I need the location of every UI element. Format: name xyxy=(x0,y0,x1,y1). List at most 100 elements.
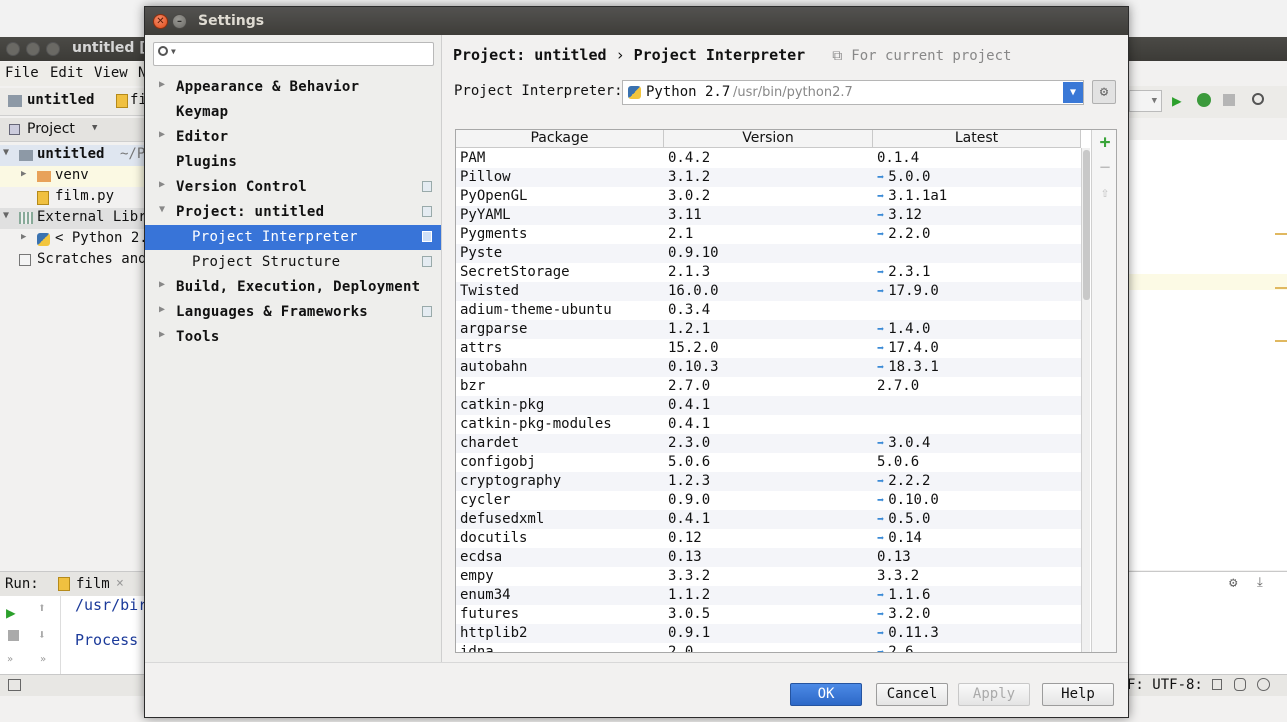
chevron-right-icon[interactable]: ▶ xyxy=(159,279,165,290)
apply-button[interactable]: Apply xyxy=(958,683,1030,706)
dialog-minimize-icon[interactable]: – xyxy=(172,14,187,29)
tree-item-untitled[interactable]: ▼ untitled ~/P xyxy=(0,145,145,166)
table-row[interactable]: attrs 15.2.0 ➡ 17.4.0 xyxy=(456,339,1081,358)
menu-edit[interactable]: Edit xyxy=(50,65,84,81)
table-row[interactable]: PyOpenGL 3.0.2 ➡ 3.1.1a1 xyxy=(456,187,1081,206)
nav-item-tools[interactable]: ▶ Tools xyxy=(145,325,441,350)
nav-item-project-untitled[interactable]: ▼ Project: untitled xyxy=(145,200,441,225)
cancel-button[interactable]: Cancel xyxy=(876,683,948,706)
layout-icon[interactable] xyxy=(8,679,21,691)
table-row[interactable]: Pillow 3.1.2 ➡ 5.0.0 xyxy=(456,168,1081,187)
chevron-down-icon[interactable]: ▼ xyxy=(159,204,165,215)
expand-icon[interactable]: ▶ xyxy=(21,232,26,242)
expand-icon[interactable]: ▼ xyxy=(3,210,9,221)
table-row[interactable]: catkin-pkg 0.4.1 xyxy=(456,396,1081,415)
help-button[interactable]: Help xyxy=(1042,683,1114,706)
nav-project[interactable]: untitled xyxy=(27,92,94,108)
remove-package-icon[interactable]: − xyxy=(1094,158,1116,180)
error-stripe-marker[interactable] xyxy=(1275,287,1287,289)
run-icon[interactable]: ▶ xyxy=(1172,91,1182,110)
error-stripe-marker[interactable] xyxy=(1275,233,1287,235)
gear-icon[interactable]: ⚙ xyxy=(1229,575,1237,591)
nav-item-appearance-behavior[interactable]: ▶ Appearance & Behavior xyxy=(145,75,441,100)
column-header-package[interactable]: Package xyxy=(456,130,664,148)
table-row[interactable]: idna 2.0 ➡ 2.6 xyxy=(456,643,1081,652)
table-scrollbar[interactable] xyxy=(1081,148,1090,652)
close-icon[interactable]: × xyxy=(116,576,124,591)
table-row[interactable]: PyYAML 3.11 ➡ 3.12 xyxy=(456,206,1081,225)
table-row[interactable]: bzr 2.7.0 2.7.0 xyxy=(456,377,1081,396)
chevron-right-icon[interactable]: ▶ xyxy=(159,304,165,315)
run-tab[interactable]: film xyxy=(76,576,110,592)
interpreter-settings-button[interactable]: ⚙ xyxy=(1092,80,1116,104)
inspector-icon[interactable] xyxy=(1234,678,1246,691)
error-stripe-marker[interactable] xyxy=(1275,340,1287,342)
more-icon[interactable]: » xyxy=(7,654,13,665)
table-row[interactable]: chardet 2.3.0 ➡ 3.0.4 xyxy=(456,434,1081,453)
stop-icon[interactable] xyxy=(8,630,19,641)
chevron-right-icon[interactable]: ▶ xyxy=(159,79,165,90)
column-header-latest[interactable]: Latest xyxy=(873,130,1081,148)
search-icon[interactable] xyxy=(1252,93,1264,105)
upgrade-package-icon[interactable]: ⇧ xyxy=(1094,183,1116,205)
arrow-down-icon[interactable]: ⬇ xyxy=(38,628,46,643)
rerun-icon[interactable]: ▶ xyxy=(6,603,16,622)
dialog-close-icon[interactable]: ✕ xyxy=(153,14,168,29)
table-row[interactable]: configobj 5.0.6 5.0.6 xyxy=(456,453,1081,472)
table-row[interactable]: empy 3.3.2 3.3.2 xyxy=(456,567,1081,586)
add-package-icon[interactable]: + xyxy=(1094,133,1116,155)
scrollbar-thumb[interactable] xyxy=(1083,150,1090,300)
chevron-down-icon[interactable]: ▼ xyxy=(1063,82,1083,103)
ide-maximize-icon[interactable] xyxy=(46,42,60,56)
table-row[interactable]: Twisted 16.0.0 ➡ 17.9.0 xyxy=(456,282,1081,301)
lock-icon[interactable] xyxy=(1212,679,1222,690)
chevron-right-icon[interactable]: ▶ xyxy=(159,329,165,340)
stop-icon[interactable] xyxy=(1223,94,1235,106)
table-row[interactable]: cycler 0.9.0 ➡ 0.10.0 xyxy=(456,491,1081,510)
interpreter-select[interactable]: Python 2.7 /usr/bin/python2.7 ▼ xyxy=(622,80,1084,105)
expand-icon[interactable]: ▶ xyxy=(21,169,26,179)
nav-item-keymap[interactable]: Keymap xyxy=(145,100,441,125)
table-row[interactable]: autobahn 0.10.3 ➡ 18.3.1 xyxy=(456,358,1081,377)
nav-item-build-execution-deployment[interactable]: ▶ Build, Execution, Deployment xyxy=(145,275,441,300)
table-row[interactable]: docutils 0.12 ➡ 0.14 xyxy=(456,529,1081,548)
project-header-label[interactable]: Project xyxy=(27,121,75,137)
ok-button[interactable]: OK xyxy=(790,683,862,706)
download-icon[interactable]: ⤓ xyxy=(1257,575,1263,590)
arrow-up-icon[interactable]: ⬆ xyxy=(38,601,46,616)
notifications-icon[interactable] xyxy=(1257,678,1270,691)
search-input[interactable] xyxy=(182,45,430,63)
nav-item-editor[interactable]: ▶ Editor xyxy=(145,125,441,150)
ide-close-icon[interactable] xyxy=(6,42,20,56)
nav-item-languages-frameworks[interactable]: ▶ Languages & Frameworks xyxy=(145,300,441,325)
menu-view[interactable]: View xyxy=(94,65,128,81)
tree-item-python[interactable]: ▶ < Python 2. xyxy=(0,229,145,250)
encoding-label[interactable]: F: UTF-8: xyxy=(1127,677,1203,693)
table-row[interactable]: catkin-pkg-modules 0.4.1 xyxy=(456,415,1081,434)
table-row[interactable]: httplib2 0.9.1 ➡ 0.11.3 xyxy=(456,624,1081,643)
table-row[interactable]: enum34 1.1.2 ➡ 1.1.6 xyxy=(456,586,1081,605)
table-row[interactable]: defusedxml 0.4.1 ➡ 0.5.0 xyxy=(456,510,1081,529)
run-config-dropdown[interactable]: ▼ xyxy=(1129,90,1162,112)
chevron-down-icon[interactable]: ▼ xyxy=(92,123,97,133)
column-header-version[interactable]: Version xyxy=(664,130,873,148)
table-row[interactable]: futures 3.0.5 ➡ 3.2.0 xyxy=(456,605,1081,624)
table-row[interactable]: adium-theme-ubuntu 0.3.4 xyxy=(456,301,1081,320)
chevron-right-icon[interactable]: ▶ xyxy=(159,179,165,190)
tree-item-scratches[interactable]: Scratches and xyxy=(0,250,145,271)
nav-item-version-control[interactable]: ▶ Version Control xyxy=(145,175,441,200)
expand-icon[interactable]: ▼ xyxy=(3,147,9,158)
chevron-right-icon[interactable]: ▶ xyxy=(159,129,165,140)
nav-item-project-structure[interactable]: Project Structure xyxy=(145,250,441,275)
tree-item-film[interactable]: film.py xyxy=(0,187,145,208)
menu-file[interactable]: File xyxy=(5,65,39,81)
table-row[interactable]: PAM 0.4.2 0.1.4 xyxy=(456,149,1081,168)
nav-item-plugins[interactable]: Plugins xyxy=(145,150,441,175)
tree-item-external-libraries[interactable]: ▼ External Libra xyxy=(0,208,145,229)
table-row[interactable]: ecdsa 0.13 0.13 xyxy=(456,548,1081,567)
table-row[interactable]: Pyste 0.9.10 xyxy=(456,244,1081,263)
ide-minimize-icon[interactable] xyxy=(26,42,40,56)
table-row[interactable]: Pygments 2.1 ➡ 2.2.0 xyxy=(456,225,1081,244)
table-row[interactable]: argparse 1.2.1 ➡ 1.4.0 xyxy=(456,320,1081,339)
table-row[interactable]: SecretStorage 2.1.3 ➡ 2.3.1 xyxy=(456,263,1081,282)
